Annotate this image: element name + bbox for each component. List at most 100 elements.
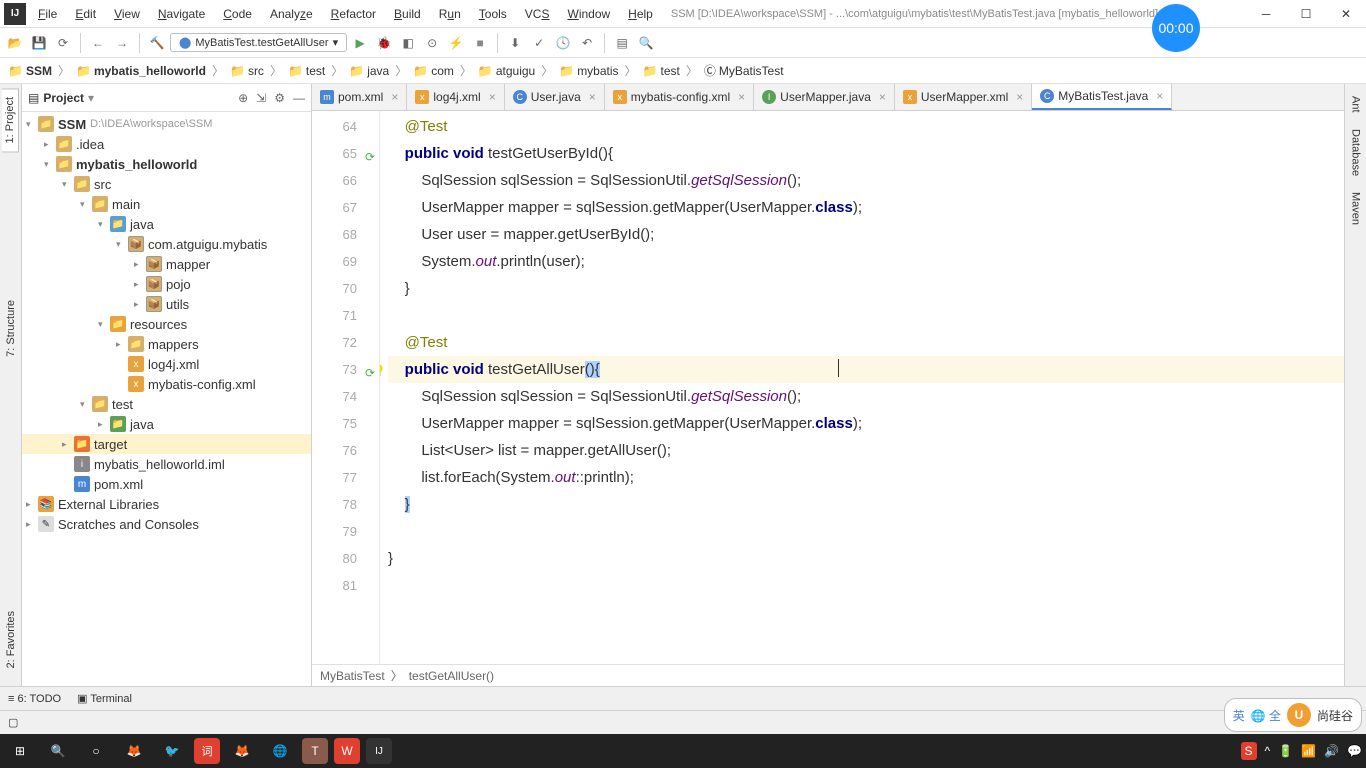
settings-icon[interactable]: ⚙: [274, 91, 285, 105]
profile-icon[interactable]: ⊙: [421, 32, 443, 54]
forward-icon[interactable]: →: [111, 32, 133, 54]
tree-javatest[interactable]: ▸📁java: [22, 414, 311, 434]
menu-code[interactable]: Code: [215, 3, 260, 25]
debug-icon[interactable]: 🐞: [373, 32, 395, 54]
tree-scratches[interactable]: ▸✎Scratches and Consoles: [22, 514, 311, 534]
task-app-2[interactable]: 🐦: [156, 735, 188, 767]
project-view-title[interactable]: Project: [43, 91, 84, 105]
crumb-class[interactable]: Ⓒ MyBatisTest: [704, 62, 784, 79]
tool-project-tab[interactable]: 1: Project: [2, 88, 19, 152]
locate-icon[interactable]: ⊕: [238, 91, 248, 105]
coverage-icon[interactable]: ◧: [397, 32, 419, 54]
tab-usermapper-xml[interactable]: xUserMapper.xml×: [895, 84, 1032, 110]
tab-log4j[interactable]: xlog4j.xml×: [407, 84, 504, 110]
tree-target[interactable]: ▸📁target: [22, 434, 311, 454]
menu-view[interactable]: View: [106, 3, 148, 25]
attach-icon[interactable]: ⚡: [445, 32, 467, 54]
build-icon[interactable]: 🔨: [146, 32, 168, 54]
tree-mapper[interactable]: ▸📦mapper: [22, 254, 311, 274]
crumb-com[interactable]: 📁 com: [413, 64, 454, 78]
tree-mbconfig[interactable]: xmybatis-config.xml: [22, 374, 311, 394]
run-icon[interactable]: ▶: [349, 32, 371, 54]
search-button[interactable]: 🔍: [42, 735, 74, 767]
maximize-button[interactable]: ☐: [1286, 0, 1326, 28]
tool-ant-tab[interactable]: Ant: [1348, 88, 1364, 121]
tree-pojo[interactable]: ▸📦pojo: [22, 274, 311, 294]
tab-mybatistest[interactable]: CMyBatisTest.java×: [1032, 84, 1172, 110]
menu-refactor[interactable]: Refactor: [323, 3, 384, 25]
close-icon[interactable]: ×: [1016, 90, 1023, 104]
task-app-1[interactable]: 🦊: [118, 735, 150, 767]
tree-module[interactable]: ▾📁mybatis_helloworld: [22, 154, 311, 174]
crumb-testpkg[interactable]: 📁 test: [643, 64, 680, 78]
tree-utils[interactable]: ▸📦utils: [22, 294, 311, 314]
tab-pom[interactable]: mpom.xml×: [312, 84, 407, 110]
crumb-src[interactable]: 📁 src: [230, 64, 264, 78]
menu-file[interactable]: File: [30, 3, 65, 25]
menu-help[interactable]: Help: [620, 3, 661, 25]
task-idea[interactable]: IJ: [366, 738, 392, 764]
tree-idea[interactable]: ▸📁.idea: [22, 134, 311, 154]
hide-icon[interactable]: —: [293, 91, 305, 105]
tab-user[interactable]: CUser.java×: [505, 84, 605, 110]
collapse-icon[interactable]: ⇲: [256, 91, 266, 105]
back-icon[interactable]: ←: [87, 32, 109, 54]
menu-edit[interactable]: Edit: [67, 3, 104, 25]
tree-src[interactable]: ▾📁src: [22, 174, 311, 194]
structure-icon[interactable]: ▤: [611, 32, 633, 54]
run-config-selector[interactable]: ⬤ MyBatisTest.testGetAllUser ▾: [170, 33, 347, 52]
tray-battery-icon[interactable]: 🔋: [1278, 744, 1293, 758]
crumb-method-name[interactable]: testGetAllUser(): [409, 669, 494, 683]
sync-icon[interactable]: ⟳: [52, 32, 74, 54]
close-icon[interactable]: ×: [1156, 89, 1163, 103]
tray-volume-icon[interactable]: 🔊: [1324, 744, 1339, 758]
task-firefox[interactable]: 🦊: [226, 735, 258, 767]
open-icon[interactable]: 📂: [4, 32, 26, 54]
tree-extlib[interactable]: ▸📚External Libraries: [22, 494, 311, 514]
vcs-commit-icon[interactable]: ✓: [528, 32, 550, 54]
close-button[interactable]: ✕: [1326, 0, 1366, 28]
tray-notif-icon[interactable]: 💬: [1347, 744, 1362, 758]
ime-badge[interactable]: 英 🌐 全 U 尚硅谷: [1224, 698, 1362, 732]
crumb-mybatis[interactable]: 📁 mybatis: [559, 64, 618, 78]
close-icon[interactable]: ×: [489, 90, 496, 104]
menu-navigate[interactable]: Navigate: [150, 3, 213, 25]
run-test-icon[interactable]: ⟳: [365, 144, 375, 171]
save-icon[interactable]: 💾: [28, 32, 50, 54]
menu-run[interactable]: Run: [431, 3, 469, 25]
task-chrome[interactable]: 🌐: [264, 735, 296, 767]
task-wps[interactable]: W: [334, 738, 360, 764]
close-icon[interactable]: ×: [879, 90, 886, 104]
tree-java[interactable]: ▾📁java: [22, 214, 311, 234]
tray-icon[interactable]: S: [1241, 742, 1257, 760]
code-area[interactable]: @Test public void testGetUserById(){ Sql…: [380, 111, 1344, 664]
vcs-revert-icon[interactable]: ↶: [576, 32, 598, 54]
status-icon[interactable]: ▢: [8, 716, 18, 729]
tree-pkg[interactable]: ▾📦com.atguigu.mybatis: [22, 234, 311, 254]
menu-analyze[interactable]: Analyze: [262, 3, 321, 25]
tree-log4j[interactable]: xlog4j.xml: [22, 354, 311, 374]
crumb-java[interactable]: 📁 java: [349, 64, 389, 78]
tree-pom[interactable]: mpom.xml: [22, 474, 311, 494]
tool-terminal[interactable]: ▣ Terminal: [77, 692, 132, 705]
tree-iml[interactable]: imybatis_helloworld.iml: [22, 454, 311, 474]
tray-wifi-icon[interactable]: 📶: [1301, 744, 1316, 758]
minimize-button[interactable]: ─: [1246, 0, 1286, 28]
close-icon[interactable]: ×: [738, 90, 745, 104]
tool-todo[interactable]: ≡ 6: TODO: [8, 693, 61, 705]
close-icon[interactable]: ×: [589, 90, 596, 104]
crumb-ssm[interactable]: 📁 SSM: [8, 64, 52, 78]
crumb-module[interactable]: 📁 mybatis_helloworld: [76, 64, 206, 78]
tool-database-tab[interactable]: Database: [1348, 121, 1364, 184]
crumb-atguigu[interactable]: 📁 atguigu: [478, 64, 535, 78]
gutter[interactable]: 64 65⟳ 66 67 68 69 70 71 72 73⟳ 74 75 76…: [312, 111, 380, 664]
search-icon[interactable]: 🔍: [635, 32, 657, 54]
cortana-button[interactable]: ○: [80, 735, 112, 767]
menu-build[interactable]: Build: [386, 3, 429, 25]
tool-maven-tab[interactable]: Maven: [1348, 184, 1364, 233]
tray-up-icon[interactable]: ^: [1265, 744, 1271, 758]
tree-resources[interactable]: ▾📁resources: [22, 314, 311, 334]
menu-vcs[interactable]: VCS: [517, 3, 558, 25]
run-test-icon[interactable]: ⟳: [365, 360, 375, 387]
tree-mappers[interactable]: ▸📁mappers: [22, 334, 311, 354]
